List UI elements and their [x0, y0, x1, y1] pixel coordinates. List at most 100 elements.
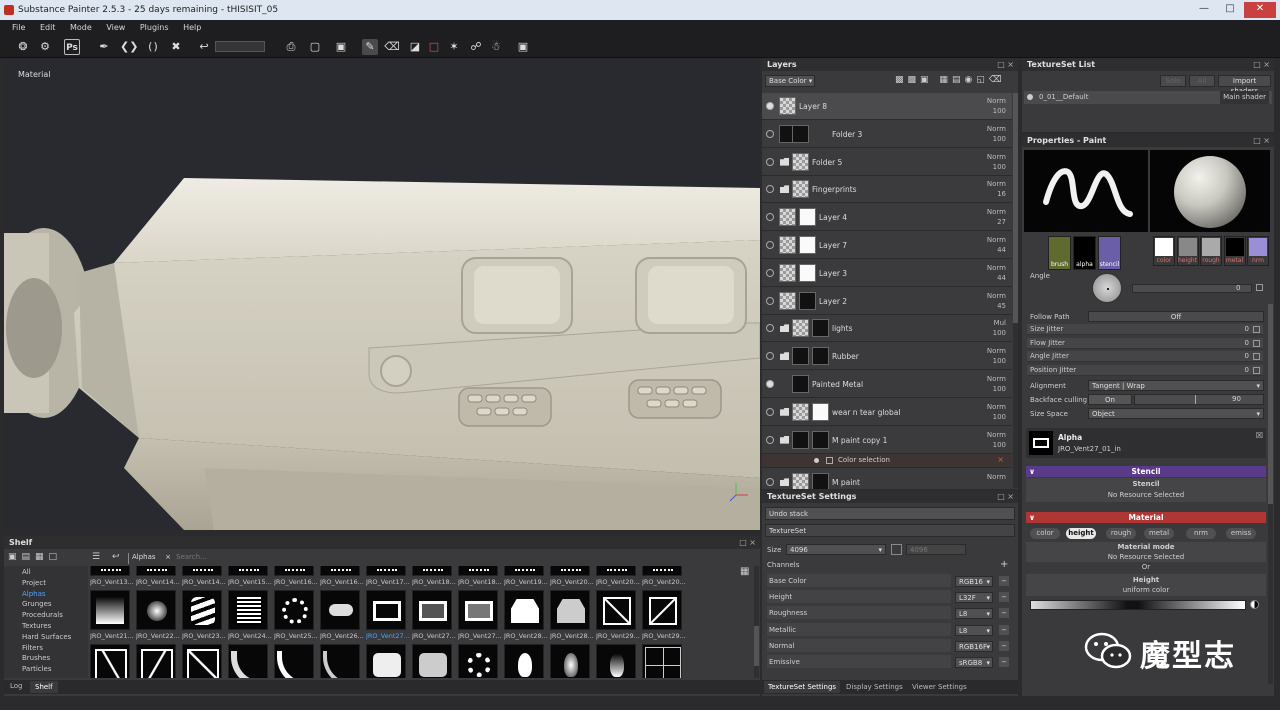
channel-format-dropdown[interactable]: L32F ▾: [955, 592, 993, 604]
layer-blend[interactable]: Norm 45: [987, 291, 1006, 311]
layer-blend[interactable]: Norm 100: [987, 402, 1006, 422]
new-folder-icon[interactable]: ▣: [8, 552, 22, 562]
photoshop-export-button[interactable]: Ps: [64, 39, 80, 55]
channel-format-dropdown[interactable]: sRGB8 ▾: [955, 657, 993, 668]
undo-stack-button[interactable]: Undo stack: [765, 507, 1015, 520]
shelf-alpha-item[interactable]: [182, 590, 222, 630]
channel-format-dropdown[interactable]: L8 ▾: [955, 608, 993, 620]
shelf-scrollbar[interactable]: [754, 566, 759, 678]
paint-tool-icon[interactable]: ✎: [362, 39, 378, 55]
layer-blend[interactable]: Norm 16: [987, 179, 1006, 199]
channel-format-dropdown[interactable]: L8 ▾: [955, 624, 993, 636]
stencil-body[interactable]: Stencil No Resource Selected: [1026, 478, 1266, 502]
tab-shelf[interactable]: Shelf: [30, 681, 58, 693]
maximize-icon[interactable]: □: [1218, 2, 1242, 18]
mirror-icon[interactable]: ( ): [145, 39, 161, 55]
mask-icon[interactable]: ✖: [168, 39, 184, 55]
shelf-alpha-item[interactable]: [550, 644, 590, 678]
clone-icon[interactable]: ☍: [468, 39, 484, 55]
panel-close-icon[interactable]: □ ×: [997, 490, 1014, 503]
color-picker-icon[interactable]: ☃: [488, 39, 504, 55]
material-header[interactable]: ∨ Material: [1026, 512, 1266, 523]
remove-channel-icon[interactable]: −: [999, 608, 1009, 619]
material-slot-nrm[interactable]: nrm: [1247, 236, 1269, 266]
eraser-icon[interactable]: ⌫: [384, 39, 400, 55]
layer-row[interactable]: Fingerprints Norm 16: [762, 176, 1012, 204]
remove-channel-icon[interactable]: −: [999, 592, 1009, 603]
add-layer-icon[interactable]: ▩: [908, 75, 921, 85]
layer-row[interactable]: M paint copy 1 Norm 100: [762, 426, 1012, 454]
material-slot-height[interactable]: height: [1176, 236, 1199, 266]
checkbox[interactable]: [826, 457, 833, 465]
remove-channel-icon[interactable]: −: [999, 576, 1009, 586]
render-icon[interactable]: ▣: [515, 39, 531, 55]
height-slider[interactable]: [1030, 600, 1246, 610]
material-tab-nrm[interactable]: nrm: [1186, 528, 1216, 539]
shelf-alpha-item[interactable]: [274, 644, 314, 678]
shelf-alpha-item[interactable]: [458, 590, 498, 630]
follow-path-toggle[interactable]: Off: [1088, 311, 1264, 322]
jitter-row[interactable]: Position Jitter 0: [1027, 364, 1263, 376]
shelf-alpha-item[interactable]: [136, 590, 176, 630]
save-icon[interactable]: ▦: [35, 552, 49, 562]
jitter-row[interactable]: Flow Jitter 0: [1027, 337, 1263, 349]
menu-edit[interactable]: Edit: [34, 20, 62, 36]
shelf-search-input[interactable]: Search...: [172, 553, 732, 564]
substance-logo-icon[interactable]: ❂: [15, 39, 31, 55]
remove-icon[interactable]: ×: [997, 455, 1004, 464]
close-icon[interactable]: ✕: [1244, 2, 1276, 18]
layer-blend[interactable]: Norm 100: [987, 124, 1006, 144]
material-slot-rough[interactable]: rough: [1200, 236, 1222, 266]
material-tab-height[interactable]: height: [1066, 528, 1096, 539]
material-slot-color[interactable]: color: [1153, 236, 1175, 266]
shelf-category[interactable]: Procedurals: [22, 611, 63, 619]
edit-icon[interactable]: [1253, 353, 1260, 360]
shelf-alpha-item[interactable]: [596, 590, 636, 630]
visibility-icon[interactable]: [766, 213, 774, 222]
visibility-icon[interactable]: [766, 478, 774, 487]
back-icon[interactable]: ↩: [112, 552, 124, 564]
shelf-category[interactable]: Grunges: [22, 600, 52, 608]
visibility-icon[interactable]: [766, 407, 774, 416]
shelf-alpha-item[interactable]: [412, 566, 452, 576]
shelf-category[interactable]: Hard Surfaces: [22, 633, 71, 641]
tab-display-settings[interactable]: Display Settings: [846, 681, 903, 693]
backface-toggle[interactable]: On: [1088, 394, 1132, 405]
tab-textureset-settings[interactable]: TextureSet Settings: [764, 681, 841, 693]
minimize-icon[interactable]: —: [1192, 2, 1216, 18]
angle-dial[interactable]: [1092, 273, 1122, 303]
layer-blend[interactable]: Norm 27: [987, 207, 1006, 227]
backface-slider[interactable]: [1134, 394, 1264, 405]
angle-slider[interactable]: [1132, 284, 1252, 293]
filter-tag[interactable]: Alphas ×: [128, 553, 173, 564]
shelf-category[interactable]: Alphas: [22, 590, 46, 598]
shelf-alpha-item[interactable]: [182, 644, 222, 678]
shelf-category[interactable]: Textures: [22, 622, 51, 630]
layers-scrollbar[interactable]: [1013, 93, 1018, 488]
shelf-alpha-item[interactable]: [228, 566, 268, 576]
shelf-category[interactable]: All: [22, 568, 31, 576]
shader-dropdown[interactable]: Main shader: [1220, 91, 1269, 104]
remove-channel-icon[interactable]: −: [999, 624, 1009, 635]
edit-icon[interactable]: [1253, 339, 1260, 347]
shelf-alpha-item[interactable]: [550, 590, 590, 630]
projection-icon[interactable]: ◪: [407, 39, 423, 55]
camera-icon[interactable]: ⎙: [283, 39, 299, 55]
shelf-alpha-item[interactable]: [366, 566, 406, 576]
duplicate-icon[interactable]: ◉: [964, 75, 976, 85]
layer-blend[interactable]: Norm 100: [987, 346, 1006, 366]
layer-blend[interactable]: Mul 100: [993, 318, 1006, 338]
shelf-alpha-item[interactable]: [550, 566, 590, 576]
shelf-alpha-item[interactable]: [642, 590, 682, 630]
shelf-alpha-item[interactable]: [596, 566, 636, 576]
3d-viewport[interactable]: Material: [4, 58, 760, 530]
shelf-alpha-item[interactable]: [412, 644, 452, 678]
layer-row[interactable]: Rubber Norm 100: [762, 343, 1012, 371]
shelf-alpha-item[interactable]: [596, 644, 636, 678]
panel-close-icon[interactable]: □ ×: [1253, 134, 1270, 147]
layer-blend[interactable]: Norm 100: [987, 152, 1006, 172]
layer-row[interactable]: lights Mul 100: [762, 315, 1012, 343]
shelf-alpha-item[interactable]: [320, 590, 360, 630]
material-tab-emiss[interactable]: emiss: [1226, 528, 1256, 539]
layer-blend[interactable]: Norm: [987, 472, 1006, 482]
